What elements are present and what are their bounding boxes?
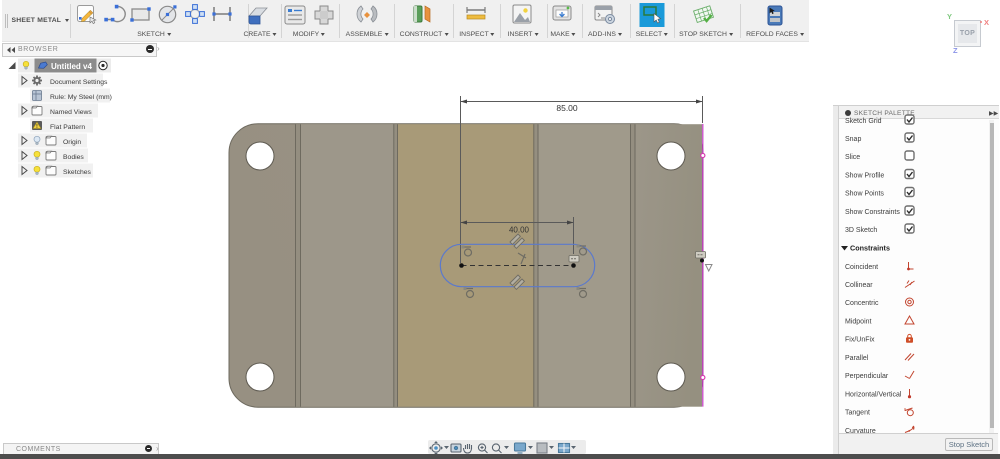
- svg-text:40.00: 40.00: [509, 226, 530, 235]
- svg-text:Sketch Grid: Sketch Grid: [845, 118, 882, 125]
- svg-text:Named Views: Named Views: [50, 109, 92, 116]
- svg-text:85.00: 85.00: [556, 103, 578, 113]
- svg-text:Sketches: Sketches: [63, 169, 92, 176]
- svg-text:Show Points: Show Points: [845, 191, 884, 198]
- svg-text:Perpendicular: Perpendicular: [845, 373, 889, 380]
- svg-text:Bodies: Bodies: [63, 154, 84, 161]
- svg-text:Midpoint: Midpoint: [845, 319, 872, 326]
- svg-text:Untitled v4: Untitled v4: [51, 62, 92, 71]
- svg-text:Slice: Slice: [845, 154, 860, 161]
- svg-text:Show Profile: Show Profile: [845, 173, 884, 180]
- svg-text:Coincident: Coincident: [845, 264, 878, 271]
- svg-text:Flat Pattern: Flat Pattern: [50, 124, 85, 131]
- svg-text:Parallel: Parallel: [845, 355, 869, 362]
- svg-text:Fix/UnFix: Fix/UnFix: [845, 337, 875, 344]
- svg-text:Rule: My Steel (mm): Rule: My Steel (mm): [50, 94, 112, 101]
- svg-text:Collinear: Collinear: [845, 282, 873, 289]
- svg-text:Tangent: Tangent: [845, 410, 870, 417]
- svg-text:Document Settings: Document Settings: [50, 79, 108, 86]
- svg-text:Origin: Origin: [63, 139, 81, 146]
- svg-text:Concentric: Concentric: [845, 300, 879, 307]
- svg-text:Snap: Snap: [845, 136, 861, 143]
- svg-text:Constraints: Constraints: [850, 244, 890, 253]
- svg-text:3D Sketch: 3D Sketch: [845, 227, 877, 234]
- svg-text:Show Constraints: Show Constraints: [845, 209, 900, 216]
- svg-text:Horizontal/Vertical: Horizontal/Vertical: [845, 392, 902, 399]
